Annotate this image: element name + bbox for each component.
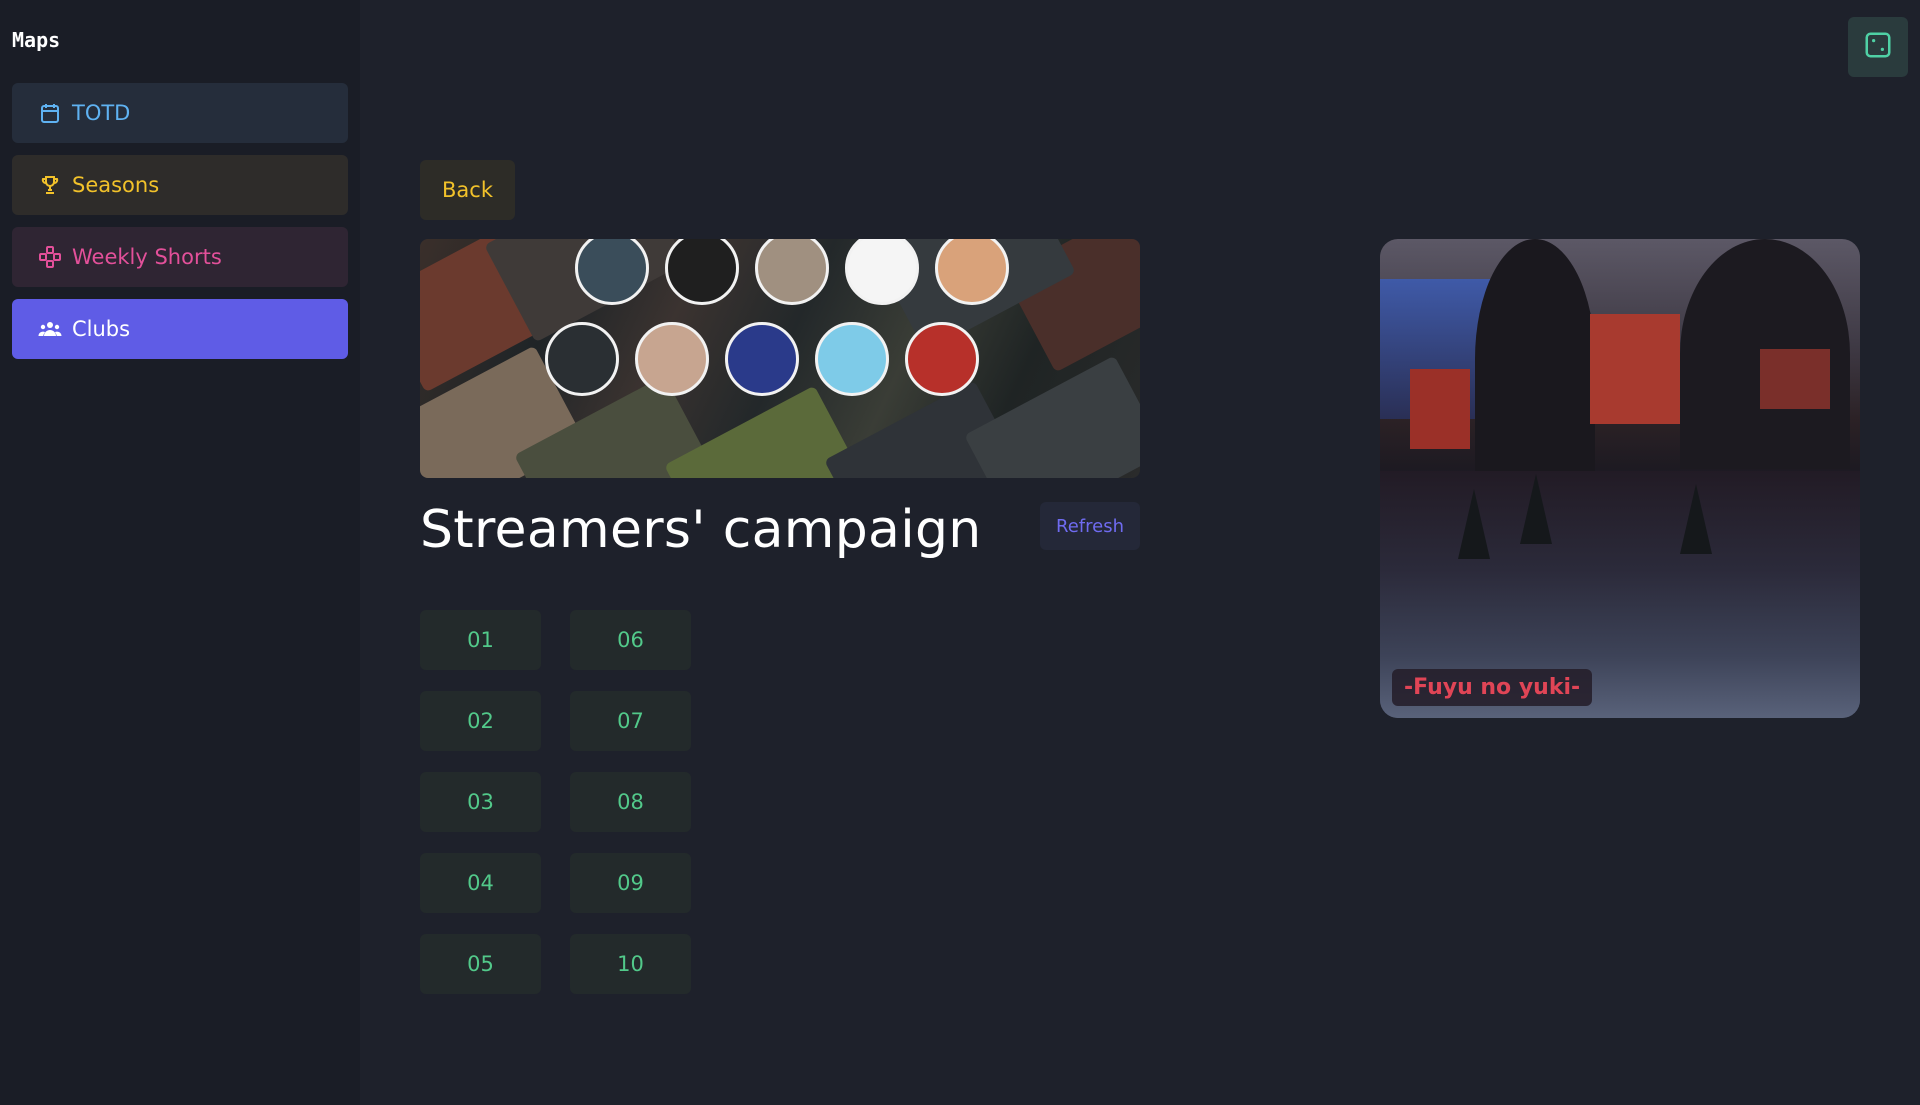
preview-tree <box>1458 489 1490 559</box>
sidebar-item-totd[interactable]: TOTD <box>12 83 348 143</box>
trophy-icon <box>38 173 62 197</box>
map-name-label: -Fuyu no yuki- <box>1392 669 1593 706</box>
campaign-banner-image <box>420 239 1140 478</box>
sidebar-item-label: Clubs <box>72 317 131 341</box>
map-button-04[interactable]: 04 <box>420 853 541 913</box>
back-button[interactable]: Back <box>420 160 515 220</box>
sidebar-item-label: Weekly Shorts <box>72 245 222 269</box>
sidebar-item-clubs[interactable]: Clubs <box>12 299 348 359</box>
sidebar-item-seasons[interactable]: Seasons <box>12 155 348 215</box>
refresh-button[interactable]: Refresh <box>1040 502 1140 550</box>
map-button-05[interactable]: 05 <box>420 934 541 994</box>
campaign-title: Streamers' campaign <box>420 500 982 560</box>
random-map-button[interactable] <box>1848 17 1908 77</box>
preview-tree <box>1520 474 1552 544</box>
dice-icon <box>1863 30 1893 64</box>
sidebar-title: Maps <box>12 28 61 52</box>
calendar-icon <box>38 101 62 125</box>
map-button-02[interactable]: 02 <box>420 691 541 751</box>
preview-pagoda <box>1760 349 1830 409</box>
preview-pagoda <box>1410 369 1470 449</box>
app-root: Maps TOTD Seasons Weekly Shorts Clubs Ba… <box>0 0 1920 1105</box>
gamepad-icon <box>38 245 62 269</box>
map-button-01[interactable]: 01 <box>420 610 541 670</box>
map-button-08[interactable]: 08 <box>570 772 691 832</box>
map-button-06[interactable]: 06 <box>570 610 691 670</box>
map-button-07[interactable]: 07 <box>570 691 691 751</box>
map-button-03[interactable]: 03 <box>420 772 541 832</box>
map-button-10[interactable]: 10 <box>570 934 691 994</box>
map-button-09[interactable]: 09 <box>570 853 691 913</box>
sidebar: Maps TOTD Seasons Weekly Shorts Clubs <box>0 0 360 1105</box>
users-icon <box>38 317 62 341</box>
preview-pagoda <box>1590 314 1680 424</box>
map-preview-thumbnail[interactable]: -Fuyu no yuki- <box>1380 239 1860 718</box>
preview-arch <box>1475 239 1595 479</box>
sidebar-item-label: Seasons <box>72 173 160 197</box>
sidebar-item-weekly-shorts[interactable]: Weekly Shorts <box>12 227 348 287</box>
preview-tree <box>1680 484 1712 554</box>
sidebar-item-label: TOTD <box>72 101 131 125</box>
